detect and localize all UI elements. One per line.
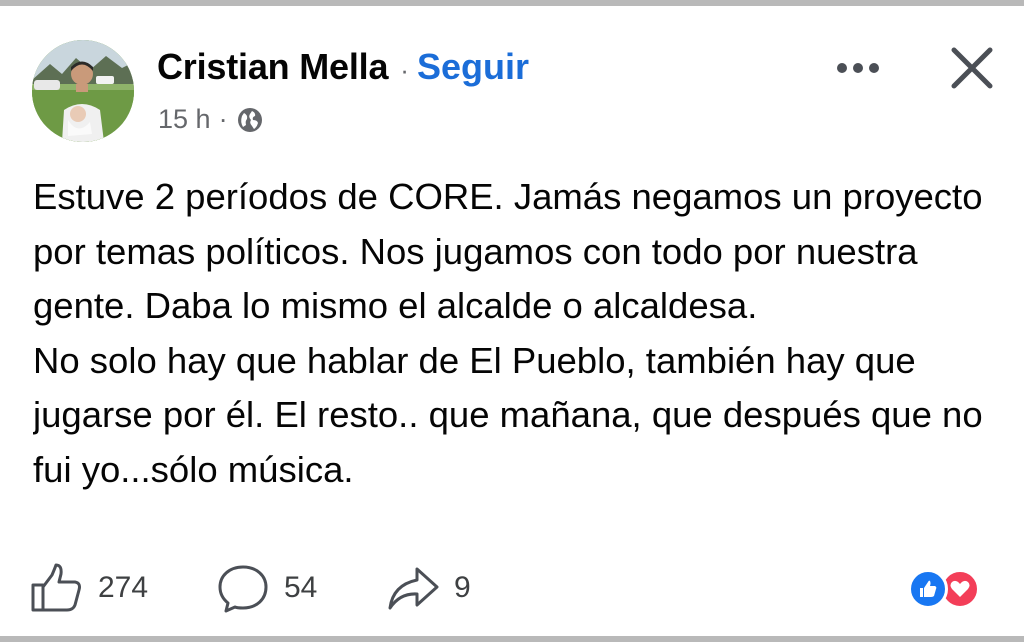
comment-count: 54 bbox=[284, 571, 318, 604]
more-dots-icon bbox=[837, 63, 879, 73]
post-card: Cristian Mella · Seguir 15 h · Estuve 2 … bbox=[0, 0, 1024, 642]
post-meta: 15 h · bbox=[158, 104, 264, 135]
like-count: 274 bbox=[98, 571, 149, 604]
avatar-photo bbox=[32, 40, 134, 142]
close-button[interactable] bbox=[944, 40, 1000, 96]
avatar[interactable] bbox=[32, 40, 134, 142]
post-text: Estuve 2 períodos de CORE. Jamás negamos… bbox=[33, 170, 993, 530]
like-button[interactable]: 274 bbox=[30, 558, 148, 618]
comment-bubble-icon bbox=[218, 565, 268, 613]
share-count: 9 bbox=[454, 571, 471, 604]
name-separator: · bbox=[400, 55, 409, 85]
reactions-summary[interactable] bbox=[908, 569, 998, 609]
author-row: Cristian Mella · Seguir bbox=[157, 46, 529, 88]
post-timestamp[interactable]: 15 h bbox=[158, 104, 211, 135]
share-button[interactable]: 9 bbox=[386, 558, 471, 618]
like-reaction-icon bbox=[908, 569, 948, 609]
meta-separator: · bbox=[218, 104, 228, 134]
thumbs-up-icon bbox=[31, 563, 81, 612]
post-paragraph: Estuve 2 períodos de CORE. Jamás negamos… bbox=[33, 176, 983, 326]
comment-button[interactable]: 54 bbox=[216, 558, 317, 618]
follow-link[interactable]: Seguir bbox=[417, 46, 529, 88]
globe-icon bbox=[236, 106, 264, 134]
post-paragraph: No solo hay que hablar de El Pueblo, tam… bbox=[33, 339, 983, 490]
post-actions: 274 54 9 bbox=[0, 558, 1024, 618]
close-icon bbox=[951, 47, 993, 89]
post-header: Cristian Mella · Seguir 15 h · bbox=[0, 6, 1024, 156]
author-name[interactable]: Cristian Mella bbox=[157, 46, 388, 88]
share-arrow-icon bbox=[388, 567, 439, 610]
more-options-button[interactable] bbox=[830, 54, 886, 82]
